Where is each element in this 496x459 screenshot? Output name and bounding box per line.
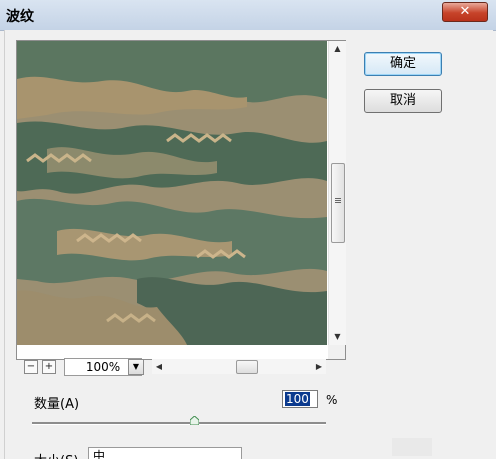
amount-unit: % <box>326 393 338 407</box>
watermark-logo <box>392 438 432 456</box>
title-bar[interactable]: 波纹 ✕ <box>0 0 496 31</box>
vertical-scroll-thumb[interactable] <box>331 163 345 243</box>
amount-value: 100 <box>285 392 310 406</box>
close-button[interactable]: ✕ <box>442 2 488 22</box>
zoom-out-button[interactable]: − <box>24 360 38 374</box>
amount-label: 数量(A) <box>34 397 80 412</box>
preview-panel: ▲ ▼ <box>16 40 346 360</box>
vertical-scrollbar[interactable]: ▲ ▼ <box>328 41 346 345</box>
terrain-preview-svg <box>17 41 327 345</box>
zoom-bar: − + 100% ▼ ◀ ▶ <box>16 358 326 376</box>
dialog-title: 波纹 <box>6 9 34 25</box>
zoom-in-button[interactable]: + <box>42 360 56 374</box>
zoom-dropdown-icon[interactable]: ▼ <box>128 359 144 375</box>
preview-image[interactable] <box>17 41 327 345</box>
amount-slider-handle-icon[interactable] <box>190 416 199 425</box>
scroll-left-icon[interactable]: ◀ <box>152 359 166 374</box>
amount-slider-track[interactable] <box>32 422 326 425</box>
scroll-right-icon[interactable]: ▶ <box>312 359 326 374</box>
horizontal-scroll-thumb[interactable] <box>236 360 258 374</box>
cancel-button[interactable]: 取消 <box>364 89 442 113</box>
scroll-corner <box>328 345 345 359</box>
size-label: 大小(S) <box>34 450 78 459</box>
size-select[interactable]: 中 <box>88 447 242 459</box>
amount-input[interactable]: 100 <box>282 390 318 408</box>
scroll-up-icon[interactable]: ▲ <box>329 41 346 57</box>
ok-button[interactable]: 确定 <box>364 52 442 76</box>
horizontal-scrollbar[interactable]: ◀ ▶ <box>152 359 326 374</box>
ripple-dialog: 波纹 ✕ ▲ ▼ − + 100% ▼ ◀ ▶ 确定 取消 数量(A) 100 … <box>0 0 496 459</box>
scroll-down-icon[interactable]: ▼ <box>329 329 346 345</box>
